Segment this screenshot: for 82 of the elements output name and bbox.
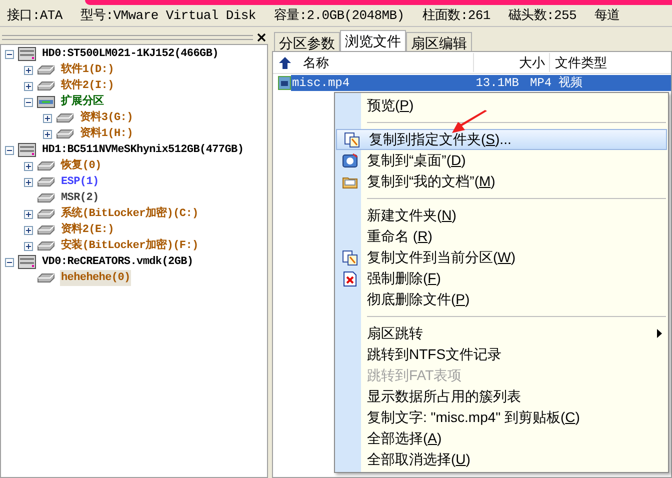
expand-icon[interactable] [24, 162, 33, 170]
expand-icon[interactable] [24, 226, 33, 234]
menu-item[interactable]: 复制文件到当前分区(W) [335, 247, 668, 268]
tab[interactable]: 分区参数 [274, 32, 340, 51]
column-header[interactable]: 文件类型 [549, 52, 669, 72]
drive-icon [37, 193, 55, 203]
desktop-icon [342, 152, 358, 168]
expand-icon[interactable] [43, 114, 52, 122]
drive-icon [37, 81, 55, 91]
up-arrow-icon[interactable] [279, 56, 291, 68]
file-name: misc.mp4 [290, 76, 351, 90]
collapse-icon[interactable] [5, 146, 14, 154]
tree-item[interactable]: HD1:BC511NVMeSKhynix512GB(477GB) [41, 142, 245, 158]
expand-icon[interactable] [24, 82, 33, 90]
menu-item[interactable]: 显示数据所占用的簇列表 [335, 386, 668, 407]
column-header[interactable]: 大小 [473, 52, 549, 72]
drive-icon [37, 161, 55, 171]
tree-item[interactable]: 系统(BitLocker加密)(C:) [60, 206, 200, 222]
collapse-icon[interactable] [5, 258, 14, 266]
copy-icon [342, 250, 358, 266]
menu-item[interactable]: 扇区跳转 [335, 323, 668, 344]
hard-drive-icon [18, 47, 36, 61]
tree-item[interactable]: MSR(2) [60, 190, 100, 206]
info-text: 容量:2.0GB(2048MB) [274, 6, 404, 25]
file-row[interactable]: misc.mp4 13.1MB MP4 视频 [290, 75, 671, 91]
expand-icon[interactable] [24, 210, 33, 218]
menu-item[interactable]: 复制到“我的文档”(M) [335, 171, 668, 192]
menu-item[interactable]: 强制删除(F) [335, 268, 668, 289]
menu-item[interactable]: 全部取消选择(U) [335, 449, 668, 470]
drive-icon [37, 273, 55, 283]
collapse-icon[interactable] [5, 50, 14, 58]
copy-icon [344, 132, 360, 148]
info-text: 磁头数:255 [508, 6, 576, 25]
menu-item[interactable]: 复制到指定文件夹(S)... [336, 129, 667, 150]
column-header[interactable]: 名称 [303, 52, 473, 72]
tree-item[interactable]: 资料3(G:) [79, 110, 134, 126]
expand-icon[interactable] [43, 130, 52, 138]
tree-item[interactable]: 扩展分区 [60, 94, 105, 110]
expand-icon[interactable] [24, 242, 33, 250]
tree-item[interactable]: HD0:ST500LM021-1KJ152(466GB) [41, 46, 220, 62]
drive-icon [37, 225, 55, 235]
tree-item[interactable]: 软件1(D:) [60, 62, 115, 78]
tree-item[interactable]: 安装(BitLocker加密)(F:) [60, 238, 200, 254]
collapse-icon[interactable] [24, 98, 33, 106]
file-type: MP4 视频 [528, 76, 583, 90]
menu-item[interactable]: 全部选择(A) [335, 428, 668, 449]
menu-item[interactable]: 复制到“桌面”(D) [335, 150, 668, 171]
tree-item[interactable]: 软件2(I:) [60, 78, 115, 94]
tree-item[interactable]: hehehehe(0) [60, 270, 132, 286]
drive-icon [56, 113, 74, 123]
info-text: 接口:ATA [7, 6, 62, 25]
tree-item[interactable]: VD0:ReCREATORS.vmdk(2GB) [41, 254, 194, 270]
tree-item[interactable]: 资料1(H:) [79, 126, 134, 142]
hard-drive-icon [18, 255, 36, 269]
close-icon[interactable] [257, 32, 266, 42]
info-text: 型号:VMware Virtual Disk [80, 6, 256, 25]
menu-item[interactable]: 新建文件夹(N) [335, 205, 668, 226]
expand-icon[interactable] [24, 178, 33, 186]
delete-file-icon [343, 270, 357, 286]
drive-icon [37, 241, 55, 251]
info-text: 每道 [594, 6, 620, 25]
tree-item[interactable]: ESP(1) [60, 174, 100, 190]
partition-icon [37, 96, 55, 108]
drive-icon [37, 65, 55, 75]
drive-icon [56, 129, 74, 139]
tree-item[interactable]: 恢复(0) [60, 158, 102, 174]
drive-icon [37, 209, 55, 219]
info-text: 柱面数:261 [422, 6, 490, 25]
hard-drive-icon [18, 143, 36, 157]
tree-item[interactable]: 资料2(E:) [60, 222, 115, 238]
file-size: 13.1MB [474, 76, 520, 90]
arrow-icon [452, 110, 488, 134]
menu-item[interactable]: 复制文字: "misc.mp4" 到剪贴板(C) [335, 407, 668, 428]
menu-item[interactable]: 彻底删除文件(P) [335, 289, 668, 310]
expand-icon[interactable] [24, 66, 33, 74]
menu-item[interactable]: 跳转到NTFS文件记录 [335, 344, 668, 365]
video-file-icon [278, 76, 291, 90]
drive-icon [37, 177, 55, 187]
tab[interactable]: 浏览文件 [340, 30, 406, 51]
tab[interactable]: 扇区编辑 [406, 32, 472, 51]
menu-item[interactable]: 预览(P) [335, 95, 668, 116]
menu-item[interactable]: 重命名 (R) [335, 226, 668, 247]
